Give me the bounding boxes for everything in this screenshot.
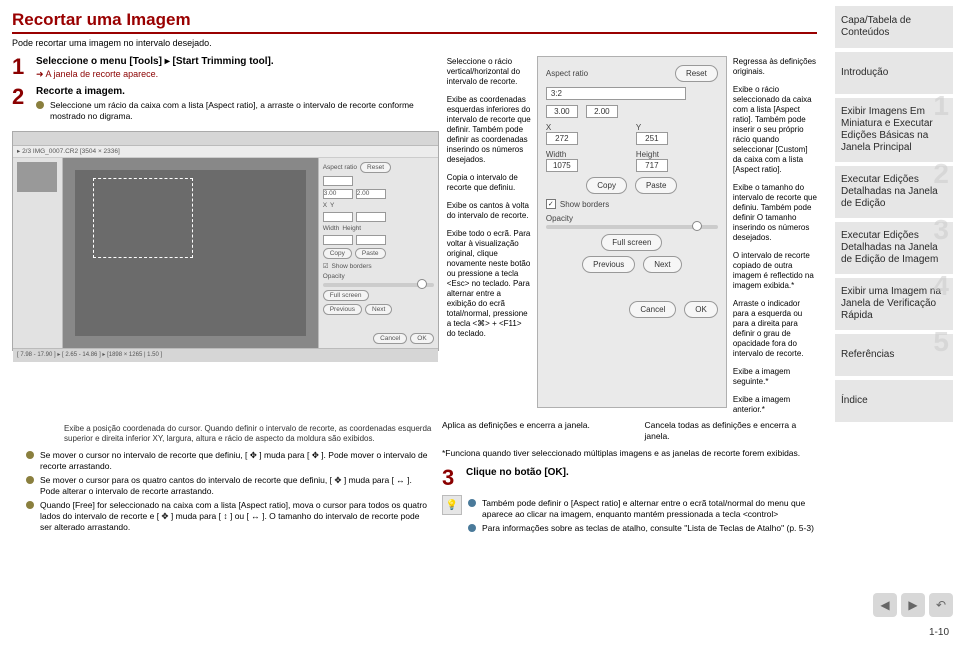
control-panel-mini: Aspect ratioReset 3.002.00 XY WidthHeigh…: [318, 158, 438, 348]
tab-thumbnails[interactable]: 1Exibir Imagens Em Miniatura e Executar …: [835, 98, 953, 162]
aspect-ratio-label: Aspect ratio: [546, 69, 588, 78]
nav-back-button[interactable]: ↶: [929, 593, 953, 617]
move-cursor-bullet: Se mover o cursor no intervalo de recort…: [40, 450, 432, 472]
callout-coords: Exibe as coordenadas esquerdas inferiore…: [447, 94, 531, 166]
aspect-ratio-select[interactable]: 3:2: [546, 87, 686, 100]
bullet-dot-icon: [26, 451, 34, 459]
callout-prev: Exibe a imagem anterior.*: [733, 394, 817, 416]
height-input[interactable]: 717: [636, 159, 668, 172]
x-input[interactable]: 272: [546, 132, 578, 145]
callout-size: Exibe o tamanho do intervalo de recorte …: [733, 182, 817, 244]
step-number-2: 2: [12, 86, 30, 125]
free-aspect-bullet: Quando [Free] for seleccionado na caixa …: [40, 500, 432, 533]
tab-intro[interactable]: Introdução: [835, 52, 953, 94]
callout-aspect-display: Exibe o rácio seleccionado da caixa com …: [733, 84, 817, 176]
height-label: Height: [636, 150, 718, 159]
step-number-3: 3: [442, 467, 460, 489]
tab-edit-window[interactable]: 2Executar Edições Detalhadas na Janela d…: [835, 166, 953, 218]
hint-icon: 💡: [442, 495, 462, 515]
app-screenshot: ▸ 2/3 IMG_0007.CR2 [3504 × 2336] Aspect …: [12, 131, 439, 351]
cancel-button[interactable]: Cancel: [629, 301, 676, 318]
step-number-1: 1: [12, 56, 30, 80]
step2-head: Recorte a imagem.: [36, 86, 439, 97]
crop-panel: Aspect ratio Reset 3:2 3.00 2.00 X272 Y2…: [537, 56, 727, 408]
hint-aspect: Também pode definir o [Aspect ratio] e a…: [482, 498, 817, 520]
bullet-dot-icon: [468, 524, 476, 532]
callout-next: Exibe a imagem seguinte.*: [733, 366, 817, 388]
bullet-dot-icon: [36, 101, 44, 109]
opacity-label: Opacity: [546, 214, 718, 223]
reset-button[interactable]: Reset: [675, 65, 718, 82]
nav-next-button[interactable]: ▶: [901, 593, 925, 617]
sidebar-nav: Capa/Tabela de Conteúdos Introdução 1Exi…: [829, 0, 959, 646]
x-label: X: [546, 123, 628, 132]
show-borders-checkbox[interactable]: ✓: [546, 199, 556, 209]
cursor-position-note: Exibe a posição coordenada do cursor. Qu…: [64, 424, 432, 444]
y-input[interactable]: 251: [636, 132, 668, 145]
bullet-dot-icon: [26, 476, 34, 484]
fullscreen-button[interactable]: Full screen: [601, 234, 662, 251]
callout-copy: Copia o intervalo de recorte que definiu…: [447, 172, 531, 194]
next-button[interactable]: Next: [643, 256, 681, 273]
ratio-b-input[interactable]: 2.00: [586, 105, 618, 118]
callout-reset: Regressa às definições originais.: [733, 56, 817, 78]
width-input[interactable]: 1075: [546, 159, 578, 172]
width-label: Width: [546, 150, 628, 159]
footnote: *Funciona quando tiver seleccionado múlt…: [442, 448, 817, 459]
previous-button[interactable]: Previous: [582, 256, 635, 273]
app-toolbar: [13, 132, 438, 146]
show-borders-label: Show borders: [560, 200, 609, 209]
tab-quickcheck[interactable]: 4Exibir uma Imagem na Janela de Verifica…: [835, 278, 953, 330]
tab-references[interactable]: 5Referências: [835, 334, 953, 376]
callout-fullscreen: Exibe todo o ecrã. Para voltar à visuali…: [447, 228, 531, 340]
ok-button[interactable]: OK: [684, 301, 718, 318]
tab-index[interactable]: Índice: [835, 380, 953, 422]
apply-note: Aplica as definições e encerra a janela.: [442, 420, 615, 442]
cancel-note: Cancela todas as definições e encerra a …: [645, 420, 818, 442]
callout-corners: Exibe os cantos à volta do intervalo de …: [447, 200, 531, 222]
step2-bullet: Seleccione um rácio da caixa com a lista…: [50, 100, 439, 122]
canvas-area: [63, 158, 318, 348]
paste-button[interactable]: Paste: [635, 177, 677, 194]
copy-button[interactable]: Copy: [586, 177, 627, 194]
app-breadcrumb: ▸ 2/3 IMG_0007.CR2 [3504 × 2336]: [13, 146, 438, 158]
step1-sub: A janela de recorte aparece.: [36, 69, 439, 80]
page-title: Recortar uma Imagem: [12, 10, 817, 34]
tab-cover[interactable]: Capa/Tabela de Conteúdos: [835, 6, 953, 48]
bullet-dot-icon: [26, 501, 34, 509]
opacity-slider[interactable]: [546, 225, 718, 229]
step1-head: Seleccione o menu [Tools] ▸ [Start Trimm…: [36, 56, 439, 67]
bullet-dot-icon: [468, 499, 476, 507]
callout-paste: O intervalo de recorte copiado de outra …: [733, 250, 817, 292]
ratio-a-input[interactable]: 3.00: [546, 105, 578, 118]
page-subtitle: Pode recortar uma imagem no intervalo de…: [12, 38, 817, 48]
callout-ratio: Seleccione o rácio vertical/horizontal d…: [447, 56, 531, 88]
callout-opacity: Arraste o indicador para a esquerda ou p…: [733, 298, 817, 360]
hint-shortcuts: Para informações sobre as teclas de atal…: [482, 523, 817, 534]
crop-rectangle[interactable]: [93, 178, 193, 258]
page-number: 1-10: [835, 625, 953, 640]
nav-prev-button[interactable]: ◀: [873, 593, 897, 617]
step3-head: Clique no botão [OK].: [466, 467, 817, 478]
y-label: Y: [636, 123, 718, 132]
tab-image-edit[interactable]: 3Executar Edições Detalhadas na Janela d…: [835, 222, 953, 274]
thumbnail-strip: [13, 158, 63, 348]
corner-cursor-bullet: Se mover o cursor para os quatro cantos …: [40, 475, 432, 497]
app-statusbar: [ 7.98 - 17.90 ] ▸ [ 2.65 - 14.86 ] ▸ [1…: [13, 348, 438, 362]
